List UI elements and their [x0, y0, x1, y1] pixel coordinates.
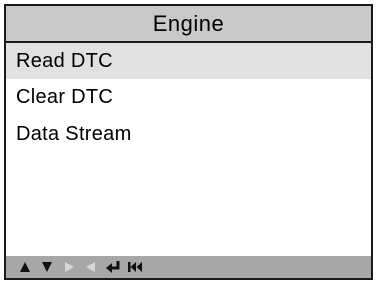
down-arrow-icon — [42, 262, 52, 272]
right-arrow-icon — [65, 262, 74, 272]
right-arrow-button[interactable] — [60, 258, 78, 276]
left-arrow-icon — [86, 262, 95, 272]
up-arrow-icon — [20, 262, 30, 272]
page-title: Engine — [152, 10, 225, 36]
menu-item-label: Read DTC — [16, 49, 113, 72]
enter-button[interactable] — [104, 258, 122, 276]
menu-item-read-dtc[interactable]: Read DTC — [6, 43, 371, 79]
up-arrow-button[interactable] — [16, 258, 34, 276]
menu-list: Read DTC Clear DTC Data Stream — [6, 43, 371, 153]
menu-item-clear-dtc[interactable]: Clear DTC — [6, 79, 371, 115]
button-bar — [6, 256, 371, 278]
back-button[interactable] — [126, 258, 144, 276]
menu-item-label: Clear DTC — [16, 85, 114, 108]
menu-item-data-stream[interactable]: Data Stream — [6, 115, 371, 153]
left-arrow-button[interactable] — [82, 258, 100, 276]
down-arrow-button[interactable] — [38, 258, 56, 276]
menu-item-label: Data Stream — [16, 122, 132, 145]
scanner-screen: Engine Read DTC Clear DTC Data Stream — [4, 4, 373, 280]
enter-icon — [106, 261, 120, 273]
back-icon — [128, 262, 142, 272]
title-bar: Engine — [6, 6, 371, 43]
